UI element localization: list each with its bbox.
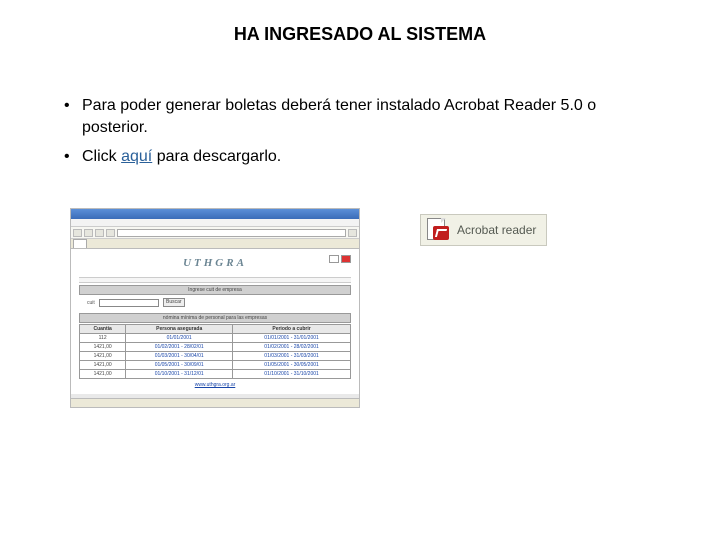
bullet-text-1: Para poder generar boletas deberá tener … <box>82 97 596 136</box>
search-label: cuit <box>87 300 95 306</box>
bullet-text-2-suffix: para descargarlo. <box>152 148 281 165</box>
home-icon <box>106 229 115 237</box>
figures-row: UTHGRA Ingrese cuit de empresa cuit Busc… <box>60 208 660 408</box>
tab-bar <box>71 239 359 249</box>
td: 01/05/2001 - 30/09/01 <box>126 361 233 370</box>
th-2: Periodo a cubrir <box>233 325 351 334</box>
titlebar <box>71 209 359 219</box>
page-content: UTHGRA Ingrese cuit de empresa cuit Busc… <box>71 249 359 394</box>
search-input <box>99 299 159 307</box>
bullet-text-2-prefix: Click <box>82 148 121 165</box>
nav-forward-icon <box>84 229 93 237</box>
panel-header-1: Ingrese cuit de empresa <box>79 285 351 295</box>
data-table: Cuantía Persona asegurada Periodo a cubr… <box>79 324 351 379</box>
pdf-icon <box>427 218 449 242</box>
td: 1421,00 <box>80 352 126 361</box>
page-title: HA INGRESADO AL SISTEMA <box>60 24 660 45</box>
toolbar <box>71 227 359 239</box>
search-button: Buscar <box>163 298 185 307</box>
browser-screenshot: UTHGRA Ingrese cuit de empresa cuit Busc… <box>70 208 360 408</box>
footer-link: www.uthgra.org.ar <box>79 382 351 388</box>
menubar <box>71 219 359 227</box>
status-bar <box>71 398 359 407</box>
panel-header-2: nómina mínima de personal para las empre… <box>79 313 351 323</box>
td: 01/03/2001 - 30/04/01 <box>126 352 233 361</box>
td: 1421,00 <box>80 361 126 370</box>
td: 1421,00 <box>80 370 126 379</box>
td: 01/01/2001 <box>126 334 233 343</box>
acrobat-label: Acrobat reader <box>457 223 536 237</box>
bullet-list: Para poder generar boletas deberá tener … <box>60 95 660 168</box>
table-header-row: Cuantía Persona asegurada Periodo a cubr… <box>80 325 351 334</box>
download-link[interactable]: aquí <box>121 148 152 165</box>
td: 01/02/2001 - 28/02/01 <box>126 343 233 352</box>
td: 01/02/2001 - 28/02/2001 <box>233 343 351 352</box>
td: 112 <box>80 334 126 343</box>
thumb-1 <box>329 255 339 263</box>
td: 01/05/2001 - 30/05/2001 <box>233 361 351 370</box>
slide: HA INGRESADO AL SISTEMA Para poder gener… <box>0 0 720 540</box>
td: 01/10/2001 - 31/10/2001 <box>233 370 351 379</box>
table-row: 1421,00 01/10/2001 - 31/12/01 01/10/2001… <box>80 370 351 379</box>
th-0: Cuantía <box>80 325 126 334</box>
nav-back-icon <box>73 229 82 237</box>
th-1: Persona asegurada <box>126 325 233 334</box>
table-row: 112 01/01/2001 01/01/2001 - 31/01/2001 <box>80 334 351 343</box>
search-row: cuit Buscar <box>79 295 351 310</box>
go-icon <box>348 229 357 237</box>
bullet-item-2: Click aquí para descargarlo. <box>60 146 660 168</box>
divider <box>79 277 351 283</box>
td: 01/01/2001 - 31/01/2001 <box>233 334 351 343</box>
thumb-2 <box>341 255 351 263</box>
acrobat-button[interactable]: Acrobat reader <box>420 214 547 246</box>
bullet-item-1: Para poder generar boletas deberá tener … <box>60 95 660 140</box>
table-row: 1421,00 01/03/2001 - 30/04/01 01/03/2001… <box>80 352 351 361</box>
logo-row: UTHGRA <box>79 253 351 275</box>
td: 1421,00 <box>80 343 126 352</box>
table-row: 1421,00 01/05/2001 - 30/09/01 01/05/2001… <box>80 361 351 370</box>
table-body: 112 01/01/2001 01/01/2001 - 31/01/2001 1… <box>80 334 351 379</box>
table-row: 1421,00 01/02/2001 - 28/02/01 01/02/2001… <box>80 343 351 352</box>
td: 01/10/2001 - 31/12/01 <box>126 370 233 379</box>
brand-logo: UTHGRA <box>183 257 247 269</box>
refresh-icon <box>95 229 104 237</box>
td: 01/03/2001 - 31/03/2001 <box>233 352 351 361</box>
flag-thumbs <box>329 255 351 263</box>
browser-tab <box>73 239 87 248</box>
address-bar <box>117 229 346 237</box>
